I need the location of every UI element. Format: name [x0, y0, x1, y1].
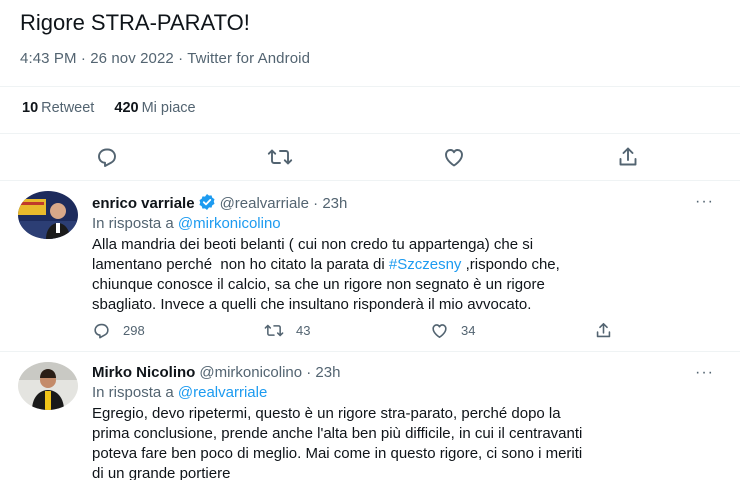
like-button[interactable]: 34	[430, 321, 475, 340]
replying-to-link[interactable]: @mirkonicolino	[178, 215, 281, 232]
tweet-detail-page: Rigore STRA-PARATO! 4:43 PM · 26 nov 202…	[0, 0, 740, 480]
avatar-image	[18, 191, 78, 239]
tweet-text: Rigore STRA-PARATO!	[20, 10, 250, 35]
like-icon	[432, 324, 447, 339]
reply-button[interactable]	[93, 143, 121, 171]
retweets-label: Retweet	[41, 100, 95, 116]
author-handle[interactable]: @realvarriale · 23h	[220, 195, 348, 212]
tweet-stats: 10 Retweet 420 Mi piace	[22, 100, 212, 116]
retweets-count: 10	[22, 100, 39, 116]
hashtag-link[interactable]: #Szczesny	[389, 256, 462, 273]
share-icon	[596, 322, 611, 338]
reply-tweet[interactable]: enrico varriale @realvarriale · 23h ··· I…	[0, 181, 740, 351]
avatar[interactable]	[18, 191, 78, 239]
verified-badge-icon	[198, 193, 216, 215]
replying-prefix: In risposta a	[92, 384, 178, 401]
avatar-image	[18, 362, 78, 410]
divider	[0, 133, 740, 134]
reply-icon	[94, 323, 109, 339]
replying-prefix: In risposta a	[92, 215, 178, 232]
retweet-icon	[267, 149, 293, 165]
reply-header: Mirko Nicolino @mirkonicolino · 23h	[92, 364, 340, 381]
reply-count: 298	[123, 323, 145, 338]
reply-button[interactable]: 298	[92, 321, 145, 340]
retweet-count: 43	[296, 323, 311, 338]
author-handle[interactable]: @mirkonicolino · 23h	[199, 364, 340, 381]
like-icon	[445, 149, 463, 167]
replying-to: In risposta a @realvarriale	[92, 384, 267, 401]
share-button[interactable]	[614, 143, 642, 171]
tweet-action-bar	[0, 143, 740, 171]
likes-stat[interactable]: 420 Mi piace	[114, 100, 195, 116]
retweets-stat[interactable]: 10 Retweet	[22, 100, 94, 116]
reply-header: enrico varriale @realvarriale · 23h	[92, 193, 347, 215]
reply-text: Egregio, devo ripetermi, questo è un rig…	[92, 405, 583, 480]
share-button[interactable]	[594, 321, 613, 340]
avatar[interactable]	[18, 362, 78, 410]
reply-text: Alla mandria dei beoti belanti ( cui non…	[92, 235, 717, 315]
reply-tweet[interactable]: Mirko Nicolino @mirkonicolino · 23h ··· I…	[0, 352, 740, 480]
tweet-meta[interactable]: 4:43 PM · 26 nov 2022 · Twitter for Andr…	[20, 50, 310, 67]
replying-to-link[interactable]: @realvarriale	[178, 384, 267, 401]
likes-label: Mi piace	[141, 100, 196, 116]
divider	[0, 86, 740, 87]
author-name[interactable]: Mirko Nicolino	[92, 364, 195, 381]
like-count: 34	[461, 323, 476, 338]
more-options-icon[interactable]: ···	[695, 193, 714, 211]
likes-count: 420	[114, 100, 139, 116]
reply-action-bar: 298 43 34	[92, 321, 632, 341]
replying-to: In risposta a @mirkonicolino	[92, 215, 281, 232]
retweet-button[interactable]	[266, 143, 294, 171]
like-button[interactable]	[440, 143, 468, 171]
author-name[interactable]: enrico varriale	[92, 195, 195, 212]
share-icon	[619, 147, 637, 166]
more-options-icon[interactable]: ···	[695, 364, 714, 382]
reply-icon	[98, 148, 116, 167]
retweet-button[interactable]: 43	[264, 321, 310, 340]
retweet-icon	[264, 324, 284, 337]
